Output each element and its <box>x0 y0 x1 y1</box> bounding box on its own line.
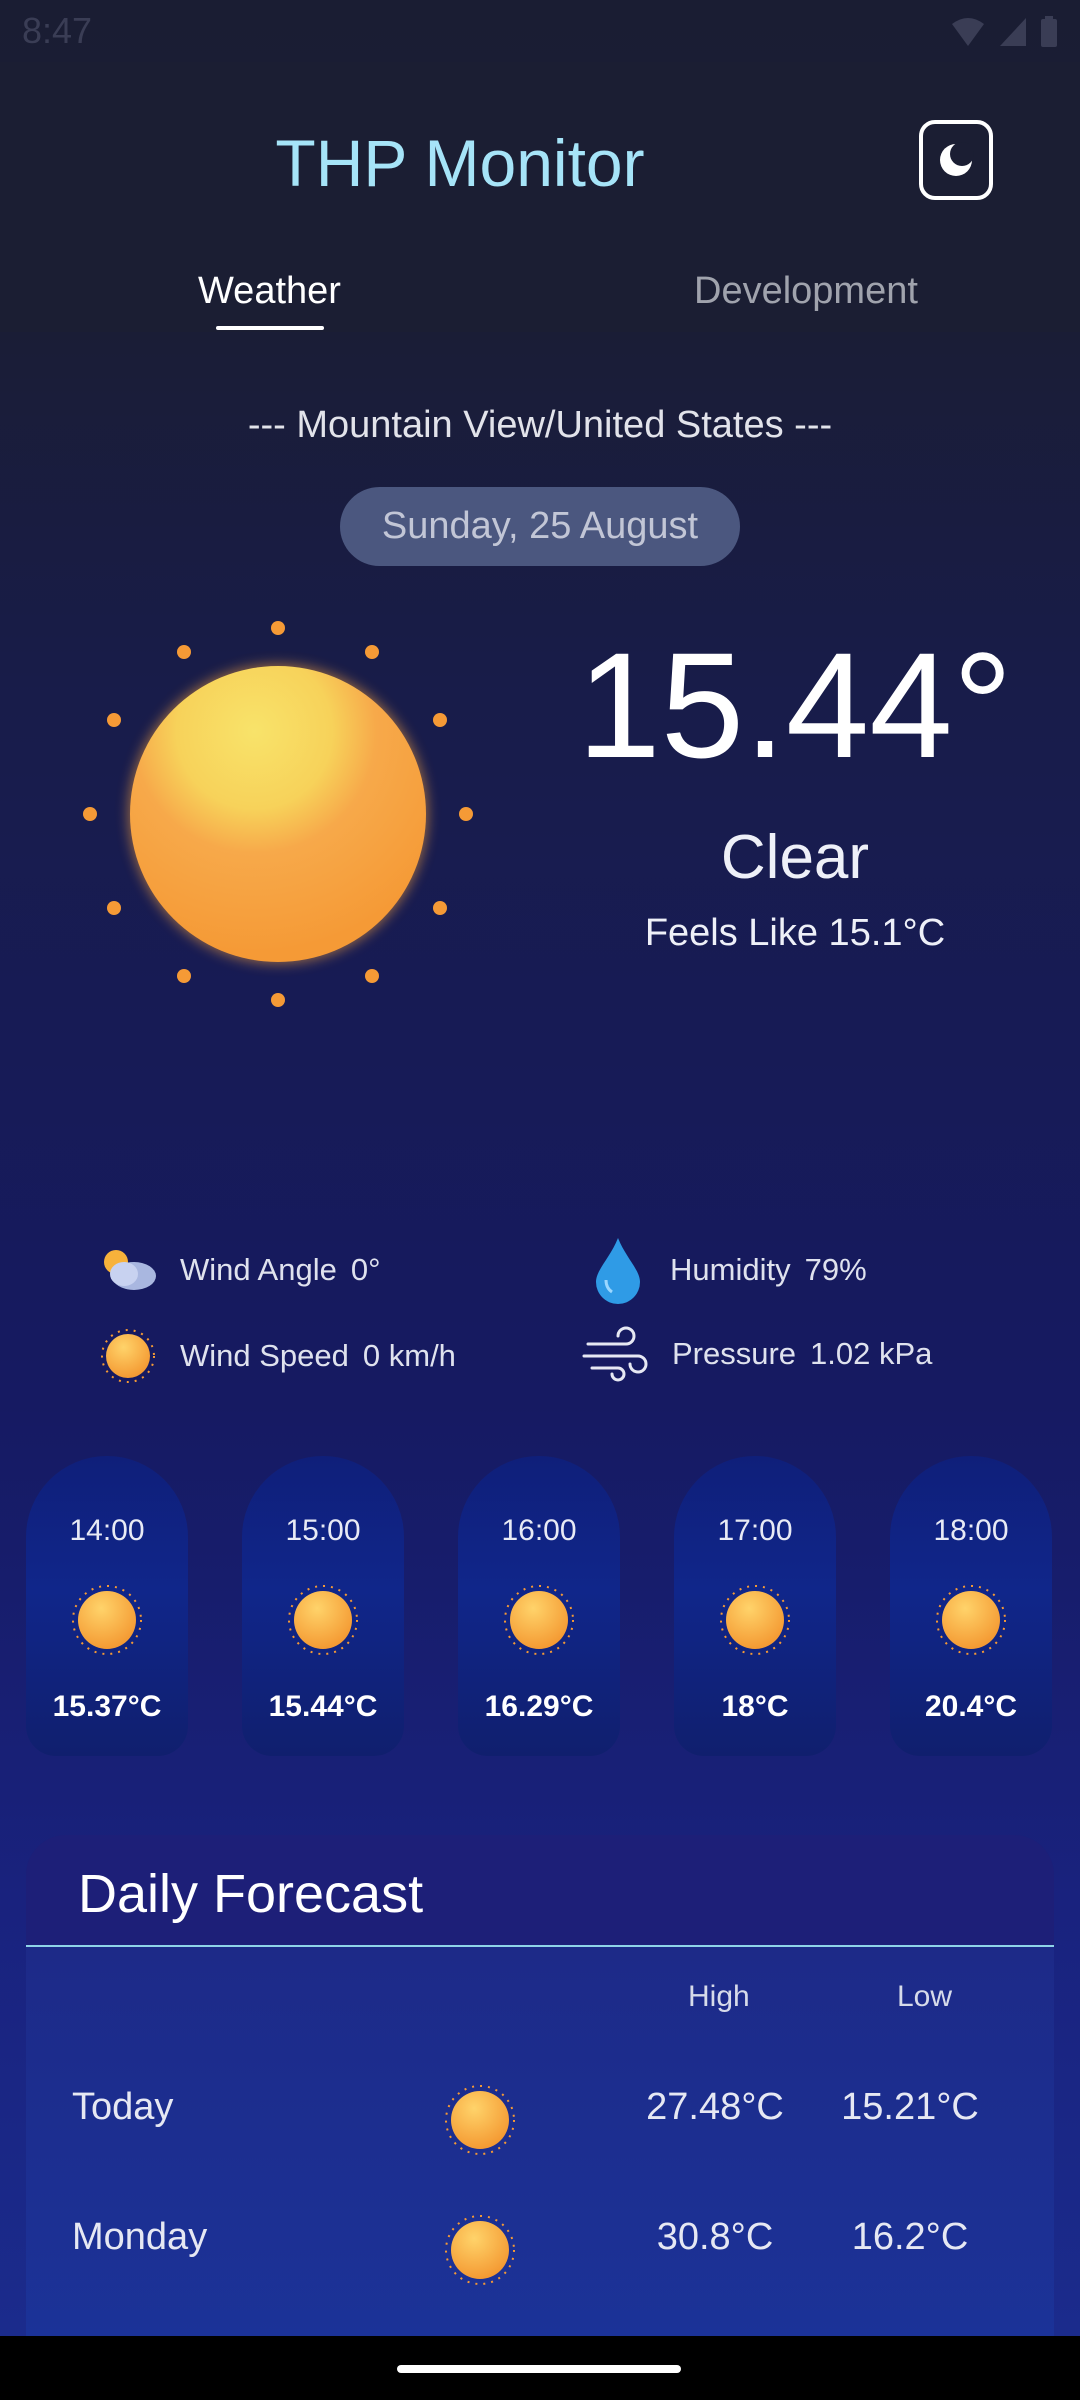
feels-like-label: Feels Like 15.1°C <box>644 912 946 954</box>
tab-weather[interactable]: Weather <box>198 270 341 313</box>
wind-angle-stat: Wind Angle 0° <box>96 1244 380 1296</box>
humidity-value: 79% <box>804 1252 867 1287</box>
hourly-time: 16:00 <box>501 1514 577 1547</box>
signal-icon <box>1000 18 1026 46</box>
theme-toggle-button[interactable] <box>919 120 993 200</box>
sun-icon <box>933 1582 1009 1663</box>
sun-icon <box>442 2082 518 2163</box>
hourly-temperature: 15.44°C <box>268 1690 378 1723</box>
wind-icon <box>582 1326 648 1382</box>
hourly-time: 17:00 <box>717 1514 793 1547</box>
current-condition: Clear <box>720 823 870 892</box>
partly-cloudy-icon <box>104 1250 156 1290</box>
sun-icon <box>69 1582 145 1663</box>
pressure-stat: Pressure 1.02 kPa <box>582 1326 932 1382</box>
app-title: THP Monitor <box>275 126 645 200</box>
hourly-card: 14:00 15.37°C <box>26 1456 188 1756</box>
home-handle[interactable] <box>397 2365 681 2373</box>
wind-speed-stat: Wind Speed 0 km/h <box>96 1326 456 1386</box>
status-time: 8:47 <box>22 10 93 51</box>
status-bar: 8:47 <box>0 0 1080 62</box>
wind-angle-label: Wind Angle <box>180 1252 337 1287</box>
daily-day: Monday <box>72 2216 208 2258</box>
tab-indicator <box>216 326 324 330</box>
current-temperature: 15.44° <box>577 621 1013 789</box>
pressure-value: 1.02 kPa <box>810 1336 933 1371</box>
humidity-label: Humidity <box>670 1252 791 1287</box>
hourly-temperature: 20.4°C <box>924 1690 1018 1723</box>
date-badge: Sunday, 25 August <box>340 487 740 566</box>
location-label: --- Mountain View/United States --- <box>247 404 833 446</box>
hourly-time: 14:00 <box>69 1514 145 1547</box>
daily-low: 16.2°C <box>851 2216 969 2258</box>
wind-speed-value: 0 km/h <box>362 1338 456 1373</box>
water-drop-icon <box>596 1238 640 1304</box>
hourly-card: 17:00 18°C <box>674 1456 836 1756</box>
wind-speed-label: Wind Speed <box>180 1338 349 1373</box>
daily-forecast-title: Daily Forecast <box>78 1864 424 1924</box>
hourly-card: 15:00 15.44°C <box>242 1456 404 1756</box>
daily-low: 15.21°C <box>841 2086 979 2128</box>
pressure-label: Pressure <box>672 1336 797 1371</box>
column-header-high: High <box>688 1980 750 2013</box>
wifi-icon <box>952 18 984 46</box>
sun-icon <box>101 1329 155 1383</box>
hourly-time: 15:00 <box>285 1514 361 1547</box>
hourly-temperature: 16.29°C <box>484 1690 594 1723</box>
sun-icon <box>442 2212 518 2293</box>
column-header-low: Low <box>897 1980 953 2013</box>
hourly-card: 16:00 16.29°C <box>458 1456 620 1756</box>
hourly-time: 18:00 <box>933 1514 1009 1547</box>
sun-icon <box>717 1582 793 1663</box>
sun-icon <box>501 1582 577 1663</box>
daily-high: 30.8°C <box>656 2216 774 2258</box>
daily-high: 27.48°C <box>646 2086 784 2128</box>
sun-icon <box>76 614 476 1019</box>
sun-icon <box>285 1582 361 1663</box>
hourly-card: 18:00 20.4°C <box>890 1456 1052 1756</box>
tab-development[interactable]: Development <box>694 270 918 313</box>
moon-icon <box>940 142 974 176</box>
battery-icon <box>1041 16 1057 47</box>
wind-angle-value: 0° <box>350 1252 381 1287</box>
hourly-temperature: 18°C <box>721 1690 789 1723</box>
hourly-temperature: 15.37°C <box>52 1690 162 1723</box>
humidity-stat: Humidity 79% <box>592 1236 867 1304</box>
status-icons <box>950 16 1058 48</box>
divider <box>26 1945 1054 1947</box>
daily-day: Today <box>72 2086 174 2128</box>
